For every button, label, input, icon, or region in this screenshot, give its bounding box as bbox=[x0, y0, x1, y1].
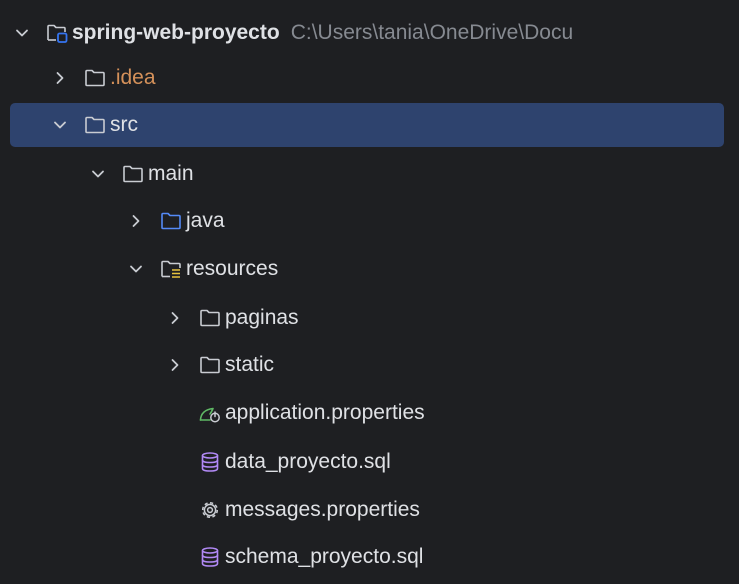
tree-row-src[interactable]: src bbox=[0, 102, 739, 148]
tree-label-schema-proyecto-sql: schema_proyecto.sql bbox=[225, 545, 424, 568]
gear-icon bbox=[198, 498, 222, 522]
spring-leaf-icon bbox=[198, 401, 222, 425]
database-icon bbox=[198, 450, 222, 474]
tree-label-data-proyecto-sql: data_proyecto.sql bbox=[225, 450, 391, 473]
resources-folder-icon bbox=[159, 257, 183, 281]
tree-label-idea: .idea bbox=[110, 66, 156, 89]
folder-icon bbox=[83, 66, 107, 90]
tree-row-project[interactable]: spring-web-proyecto C:\Users\tania\OneDr… bbox=[0, 10, 739, 56]
chevron-down-icon[interactable] bbox=[127, 260, 145, 278]
tree-row-application-properties[interactable]: application.properties bbox=[0, 390, 739, 436]
chevron-down-icon[interactable] bbox=[13, 24, 31, 42]
tree-row-paginas[interactable]: paginas bbox=[0, 295, 739, 341]
project-tree-panel: spring-web-proyecto C:\Users\tania\OneDr… bbox=[0, 0, 739, 584]
project-path: C:\Users\tania\OneDrive\Docu bbox=[290, 21, 574, 44]
folder-icon bbox=[83, 113, 107, 137]
module-folder-icon bbox=[45, 21, 69, 45]
tree-row-static[interactable]: static bbox=[0, 342, 739, 388]
tree-label-src: src bbox=[110, 113, 138, 136]
tree-row-idea[interactable]: .idea bbox=[0, 55, 739, 101]
tree-row-java[interactable]: java bbox=[0, 198, 739, 244]
tree-row-schema-proyecto-sql[interactable]: schema_proyecto.sql bbox=[0, 534, 739, 580]
tree-label-paginas: paginas bbox=[225, 306, 299, 329]
tree-row-resources[interactable]: resources bbox=[0, 246, 739, 292]
tree-row-main[interactable]: main bbox=[0, 151, 739, 197]
folder-icon bbox=[198, 306, 222, 330]
database-icon bbox=[198, 545, 222, 569]
folder-icon bbox=[198, 353, 222, 377]
folder-icon bbox=[121, 162, 145, 186]
chevron-right-icon[interactable] bbox=[127, 212, 145, 230]
source-folder-icon bbox=[159, 209, 183, 233]
tree-label-static: static bbox=[225, 353, 275, 376]
chevron-right-icon[interactable] bbox=[51, 69, 69, 87]
chevron-right-icon[interactable] bbox=[166, 309, 184, 327]
tree-label-java: java bbox=[186, 209, 225, 232]
tree-label-main: main bbox=[148, 162, 194, 185]
tree-label-messages-properties: messages.properties bbox=[225, 498, 420, 521]
tree-row-data-proyecto-sql[interactable]: data_proyecto.sql bbox=[0, 439, 739, 485]
chevron-right-icon[interactable] bbox=[166, 356, 184, 374]
project-name: spring-web-proyecto bbox=[72, 21, 280, 44]
chevron-down-icon[interactable] bbox=[51, 116, 69, 134]
tree-label-resources: resources bbox=[186, 257, 279, 280]
chevron-down-icon[interactable] bbox=[89, 165, 107, 183]
tree-label-application-properties: application.properties bbox=[225, 401, 425, 424]
tree-row-messages-properties[interactable]: messages.properties bbox=[0, 487, 739, 533]
